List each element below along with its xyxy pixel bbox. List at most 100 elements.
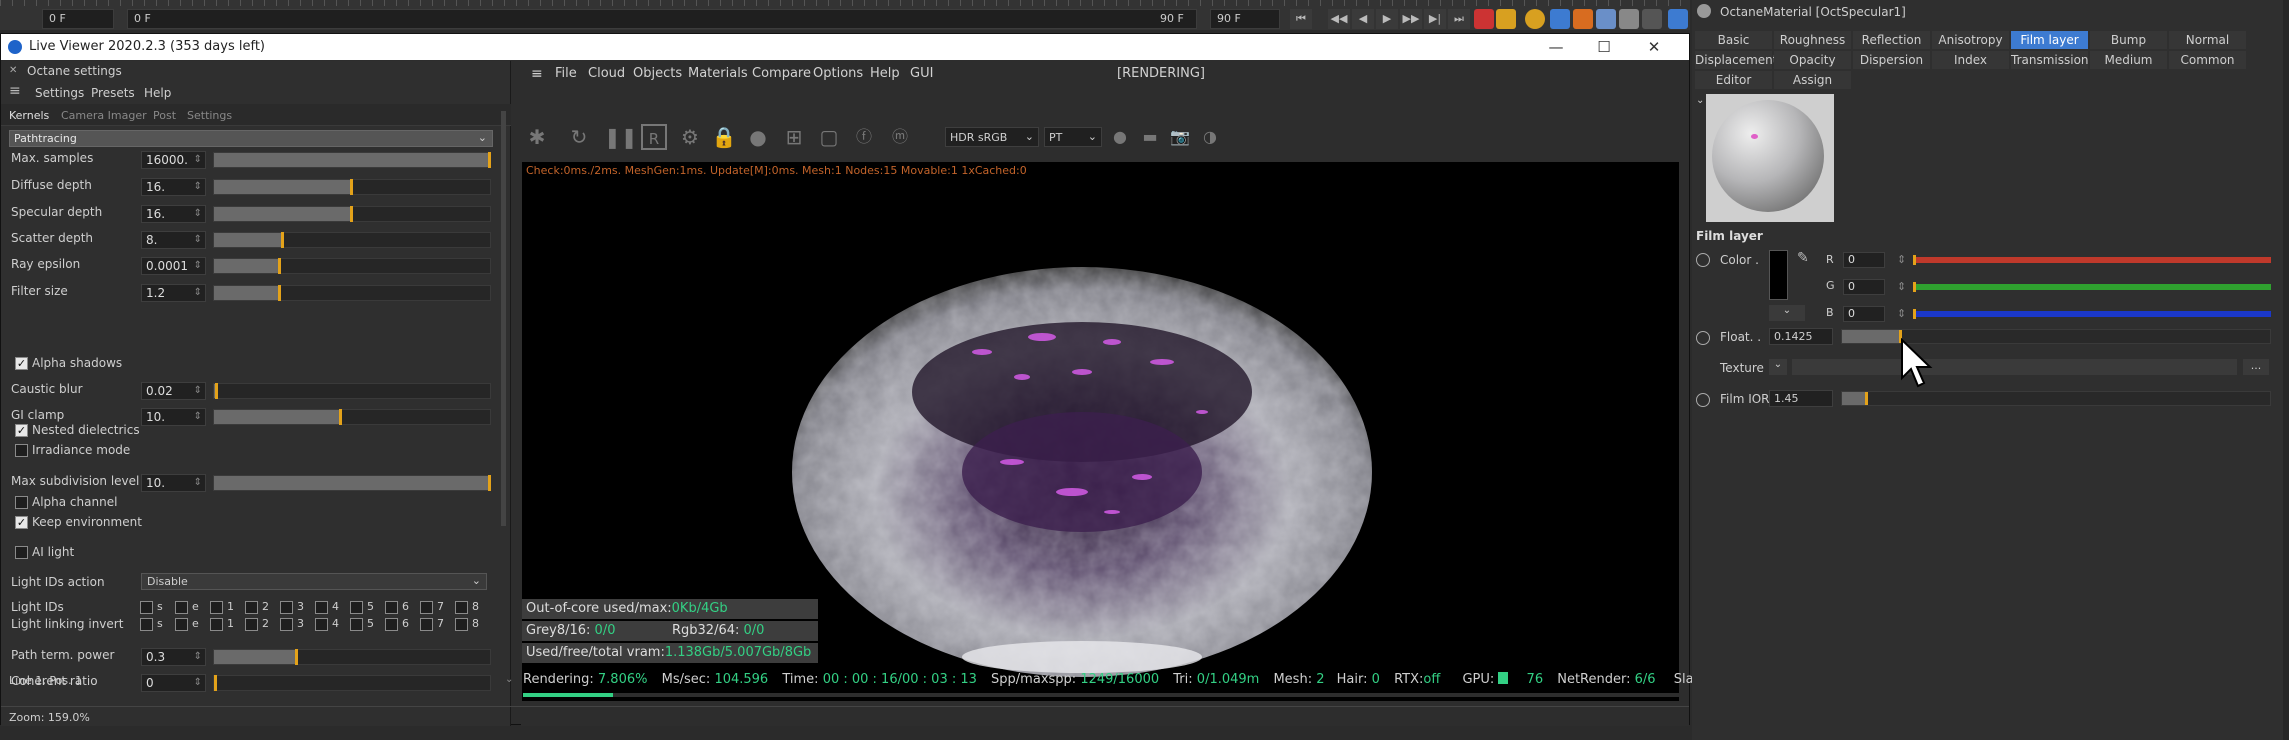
material-tab[interactable]: Opacity [1774, 51, 1851, 69]
light-ids-action-select[interactable]: Disable ⌄ [141, 573, 487, 590]
layout-icon[interactable] [1668, 9, 1688, 29]
param-input[interactable]: 16. [141, 205, 206, 223]
material-picker-icon[interactable]: ⓜ [887, 124, 913, 150]
light-id-checkbox[interactable] [385, 601, 398, 614]
light-id-checkbox[interactable] [420, 618, 433, 631]
hamburger-icon[interactable]: ≡ [9, 83, 21, 99]
param-slider-knob[interactable] [214, 675, 217, 691]
color-swatch[interactable] [1769, 250, 1788, 300]
light-id-checkbox[interactable] [280, 601, 293, 614]
light-id-checkbox[interactable] [140, 618, 153, 631]
param-slider-knob[interactable] [339, 409, 342, 425]
param-slider[interactable] [213, 179, 491, 195]
float-input[interactable]: 0.1425 [1769, 328, 1833, 345]
material-tab[interactable]: Displacement [1695, 51, 1778, 69]
window-titlebar[interactable]: Live Viewer 2020.2.3 (353 days left) — ☐… [1, 34, 1689, 60]
r-input[interactable]: 0 [1843, 252, 1885, 268]
param-input[interactable]: 8. [141, 231, 206, 249]
texture-more-button[interactable]: ... [2243, 359, 2269, 375]
param-slider-knob[interactable] [488, 152, 491, 168]
keyframe-icon[interactable] [1525, 9, 1545, 29]
param-input[interactable]: 16. [141, 178, 206, 196]
next-frame-icon[interactable]: ▶▶ [1400, 9, 1422, 29]
menu-settings[interactable]: Settings [35, 86, 84, 100]
param-input[interactable]: 0.0001 [141, 257, 206, 275]
param-input[interactable]: 16000. [141, 151, 206, 169]
param-input[interactable]: 1.2 [141, 284, 206, 302]
menu-presets[interactable]: Presets [91, 86, 135, 100]
param-input[interactable]: 10. [141, 408, 206, 426]
alpha-shadows-checkbox[interactable]: ✓ [15, 357, 28, 370]
play-icon[interactable]: ▶ [1376, 9, 1398, 29]
material-tab[interactable]: Normal [2169, 31, 2246, 49]
lock-icon[interactable]: 🔒 [711, 124, 737, 150]
light-id-checkbox[interactable] [315, 601, 328, 614]
color-space-select[interactable]: HDR sRGB ⌄ [945, 127, 1039, 147]
param-input[interactable]: 0.02 [141, 382, 206, 400]
g-slider[interactable] [1913, 282, 2271, 292]
light-id-checkbox[interactable] [210, 618, 223, 631]
light-id-checkbox[interactable] [245, 618, 258, 631]
material-tab[interactable]: Bump [2090, 31, 2167, 49]
material-tab[interactable]: Index [1932, 51, 2009, 69]
focus-picker-icon[interactable]: ⓕ [851, 124, 877, 150]
material-tab[interactable]: Basic [1695, 31, 1772, 49]
scale-key-icon[interactable] [1573, 9, 1593, 29]
record-icon[interactable] [1474, 9, 1494, 29]
goto-end-icon[interactable]: ⏭ [1448, 9, 1470, 29]
region-render-icon[interactable]: R [641, 124, 667, 150]
b-input[interactable]: 0 [1843, 306, 1885, 322]
pause-icon[interactable]: ❚❚ [604, 124, 638, 150]
param-key-icon[interactable] [1619, 9, 1639, 29]
sphere-icon[interactable]: ◑ [1197, 124, 1223, 150]
param-slider-knob[interactable] [215, 383, 218, 399]
channel-icon[interactable]: ● [1107, 124, 1133, 150]
float-anim-radio[interactable] [1696, 331, 1710, 345]
texture-slot[interactable] [1792, 359, 2237, 375]
menu-gui[interactable]: GUI [910, 66, 933, 81]
timeline-current-field[interactable]: 0 F [127, 9, 1197, 29]
g-slider-knob[interactable] [1913, 282, 1916, 292]
restart-render-icon[interactable]: ↻ [566, 124, 592, 150]
autokey-icon[interactable] [1496, 9, 1516, 29]
r-slider-knob[interactable] [1913, 255, 1916, 265]
material-tab[interactable]: Roughness [1774, 31, 1851, 49]
collapse-icon[interactable]: ⌄ [505, 674, 513, 685]
b-stepper-icon[interactable]: ⇕ [1897, 307, 1906, 320]
minimize-button[interactable]: — [1531, 34, 1581, 60]
light-id-checkbox[interactable] [455, 618, 468, 631]
light-id-checkbox[interactable] [455, 601, 468, 614]
param-slider[interactable] [213, 383, 491, 399]
film-ior-input[interactable]: 1.45 [1769, 390, 1833, 407]
param-slider-knob[interactable] [350, 179, 353, 195]
rotate-key-icon[interactable] [1596, 9, 1616, 29]
color-mode-dropdown[interactable]: ⌄ [1769, 305, 1805, 321]
light-id-checkbox[interactable] [350, 618, 363, 631]
eyedropper-icon[interactable]: ✎ [1797, 250, 1809, 266]
film-ior-slider[interactable] [1841, 391, 2271, 406]
side-scrollbar[interactable] [2283, 0, 2289, 740]
light-id-checkbox[interactable] [280, 618, 293, 631]
material-tab[interactable]: Common [2169, 51, 2246, 69]
menu-compare[interactable]: Compare [752, 66, 811, 81]
nested-dielectrics-checkbox[interactable]: ✓ [15, 424, 28, 437]
param-input[interactable]: 10. [141, 474, 206, 492]
param-slider[interactable] [213, 475, 491, 491]
param-slider[interactable] [213, 232, 491, 248]
prev-key-icon[interactable]: ◀◀ [1328, 9, 1350, 29]
param-slider[interactable] [213, 409, 491, 425]
light-id-checkbox[interactable] [315, 618, 328, 631]
material-tab[interactable]: Reflection [1853, 31, 1930, 49]
material-tab[interactable]: Anisotropy [1932, 31, 2009, 49]
light-id-checkbox[interactable] [175, 601, 188, 614]
param-slider[interactable] [213, 285, 491, 301]
material-ball-icon[interactable]: ● [745, 124, 771, 150]
light-id-checkbox[interactable] [245, 601, 258, 614]
menu-cloud[interactable]: Cloud [588, 66, 625, 81]
film-ior-anim-radio[interactable] [1696, 393, 1710, 407]
menu-file[interactable]: File [555, 66, 577, 81]
tab-post[interactable]: Post [153, 109, 176, 122]
material-tab[interactable]: Editor [1695, 71, 1772, 89]
clay-mode-icon[interactable]: ▬ [1137, 124, 1163, 150]
param-slider-knob[interactable] [281, 232, 284, 248]
